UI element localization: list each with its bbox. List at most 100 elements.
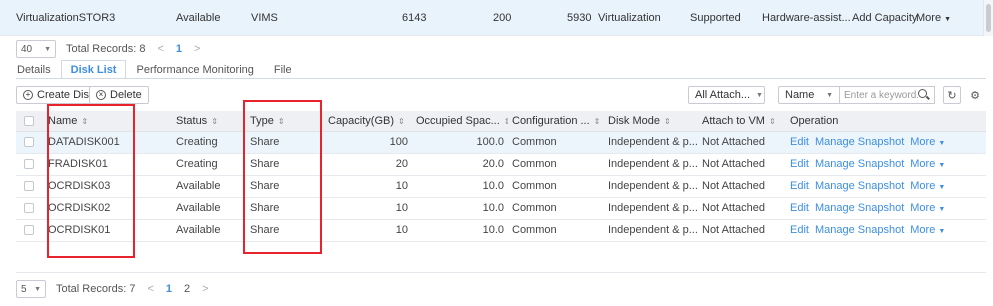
- more-label: More: [910, 136, 936, 148]
- row-checkbox[interactable]: [24, 137, 34, 148]
- disk-attach: Not Attached: [698, 131, 786, 154]
- row-checkbox[interactable]: [24, 159, 34, 170]
- tab-performance-monitoring[interactable]: Performance Monitoring: [126, 60, 263, 78]
- table-row[interactable]: OCRDISK02 Available Share 10 10.0 Common…: [16, 197, 986, 220]
- more-menu[interactable]: More ▼: [910, 224, 945, 236]
- table-row[interactable]: FRADISK01 Creating Share 20 20.0 Common …: [16, 153, 986, 176]
- total-records: Total Records: 8: [66, 43, 146, 55]
- page-number-button[interactable]: 2: [184, 283, 190, 295]
- disk-mode: Independent & p...: [604, 219, 698, 242]
- disk-mode: Independent & p...: [604, 153, 698, 176]
- manage-snapshot-link[interactable]: Manage Snapshot: [815, 136, 904, 148]
- page-size-select[interactable]: 5 ▼: [16, 280, 46, 298]
- row-checkbox[interactable]: [24, 225, 34, 236]
- page-size-select[interactable]: 40 ▼: [16, 40, 56, 58]
- more-menu[interactable]: More ▼: [910, 180, 945, 192]
- column-label: Configuration ...: [512, 114, 590, 127]
- chevron-down-icon: ▼: [938, 228, 946, 235]
- sort-icon[interactable]: ⇕: [504, 117, 508, 126]
- disk-attach: Not Attached: [698, 219, 786, 242]
- sort-icon[interactable]: ⇕: [769, 117, 776, 126]
- sort-icon[interactable]: ⇕: [211, 117, 218, 126]
- column-header-occupied[interactable]: Occupied Spac... ⇕: [412, 111, 508, 132]
- name-column-highlight: [47, 104, 135, 258]
- edit-link[interactable]: Edit: [790, 180, 809, 192]
- add-capacity-link[interactable]: Add Capacity: [852, 0, 917, 36]
- disk-status: Creating: [172, 131, 246, 154]
- delete-button[interactable]: × Delete: [89, 86, 149, 104]
- next-page-button[interactable]: >: [202, 283, 208, 295]
- sort-icon[interactable]: ⇕: [398, 117, 405, 126]
- table-row[interactable]: OCRDISK01 Available Share 10 10.0 Common…: [16, 219, 986, 242]
- create-disk-label: Create Disk: [37, 89, 95, 101]
- more-menu[interactable]: More ▼: [910, 202, 945, 214]
- edit-link[interactable]: Edit: [790, 202, 809, 214]
- sort-icon[interactable]: ⇕: [594, 117, 601, 126]
- column-label: Status: [176, 114, 208, 127]
- disk-occupied: 100.0: [412, 131, 508, 154]
- search-icon[interactable]: [918, 89, 930, 101]
- search-input[interactable]: Enter a keyword.: [840, 86, 935, 104]
- edit-link[interactable]: Edit: [790, 158, 809, 170]
- page-number-button[interactable]: 1: [176, 43, 182, 55]
- page-number-button[interactable]: 1: [166, 283, 172, 295]
- disk-occupied: 10.0: [412, 197, 508, 220]
- table-row[interactable]: OCRDISK03 Available Share 10 10.0 Common…: [16, 175, 986, 198]
- more-menu[interactable]: More ▼: [910, 136, 945, 148]
- disk-status: Available: [172, 219, 246, 242]
- type-column-highlight: [243, 100, 322, 254]
- column-header-disk-mode[interactable]: Disk Mode ⇕: [604, 111, 698, 132]
- prev-page-button[interactable]: <: [157, 43, 163, 55]
- search-field-select[interactable]: Name ▼: [778, 86, 840, 104]
- storage-more-menu[interactable]: More ▼: [916, 0, 951, 38]
- chevron-down-icon: ▼: [938, 140, 946, 147]
- disk-mode: Independent & p...: [604, 175, 698, 198]
- more-label: More: [910, 180, 936, 192]
- storage-row[interactable]: VirtualizationSTOR3 Available VIMS 6143 …: [0, 0, 993, 36]
- vertical-scrollbar[interactable]: [983, 0, 993, 36]
- column-header-capacity[interactable]: Capacity(GB) ⇕: [324, 111, 412, 132]
- tab-file[interactable]: File: [264, 60, 302, 78]
- storage-type: VIMS: [251, 12, 278, 24]
- row-operations: Edit Manage Snapshot More ▼: [786, 131, 986, 154]
- column-label: Attach to VM: [702, 114, 765, 127]
- column-label: Occupied Spac...: [416, 114, 500, 127]
- tab-disk-list[interactable]: Disk List: [60, 60, 127, 78]
- disk-status: Available: [172, 175, 246, 198]
- close-circle-icon: ×: [96, 90, 106, 100]
- tab-details[interactable]: Details: [16, 60, 61, 78]
- column-header-operation: Operation: [786, 111, 986, 132]
- manage-snapshot-link[interactable]: Manage Snapshot: [815, 158, 904, 170]
- storage-accel: Hardware-assist...: [762, 12, 851, 24]
- next-page-button[interactable]: >: [194, 43, 200, 55]
- disk-config: Common: [508, 219, 604, 242]
- bottom-pagination: 5 ▼ Total Records: 7 < 1 2 >: [16, 280, 209, 298]
- manage-snapshot-link[interactable]: Manage Snapshot: [815, 202, 904, 214]
- table-row[interactable]: DATADISK001 Creating Share 100 100.0 Com…: [16, 131, 986, 154]
- row-operations: Edit Manage Snapshot More ▼: [786, 175, 986, 198]
- prev-page-button[interactable]: <: [147, 283, 153, 295]
- column-header-configuration[interactable]: Configuration ... ⇕: [508, 111, 604, 132]
- sort-icon[interactable]: ⇕: [664, 117, 671, 126]
- more-menu[interactable]: More ▼: [910, 158, 945, 170]
- disk-capacity: 10: [324, 219, 412, 242]
- chevron-down-icon: ▼: [938, 206, 946, 213]
- manage-snapshot-link[interactable]: Manage Snapshot: [815, 224, 904, 236]
- storage-capacity: 6143: [402, 12, 427, 24]
- edit-link[interactable]: Edit: [790, 136, 809, 148]
- row-checkbox[interactable]: [24, 181, 34, 192]
- edit-link[interactable]: Edit: [790, 224, 809, 236]
- chevron-down-icon: ▼: [756, 91, 763, 99]
- select-all-checkbox[interactable]: [24, 115, 34, 126]
- column-header-attach[interactable]: Attach to VM ⇕: [698, 111, 786, 132]
- settings-button[interactable]: ⚙: [966, 86, 984, 104]
- column-label: Capacity(GB): [328, 114, 395, 127]
- column-header-status[interactable]: Status ⇕: [172, 111, 246, 132]
- attach-filter-select[interactable]: All Attach... ▼: [688, 86, 765, 104]
- search-field-value: Name: [785, 89, 815, 101]
- row-checkbox[interactable]: [24, 203, 34, 214]
- manage-snapshot-link[interactable]: Manage Snapshot: [815, 180, 904, 192]
- gear-icon: ⚙: [970, 89, 980, 102]
- top-pagination: 40 ▼ Total Records: 8 < 1 >: [16, 40, 200, 58]
- refresh-button[interactable]: ↻: [943, 86, 961, 104]
